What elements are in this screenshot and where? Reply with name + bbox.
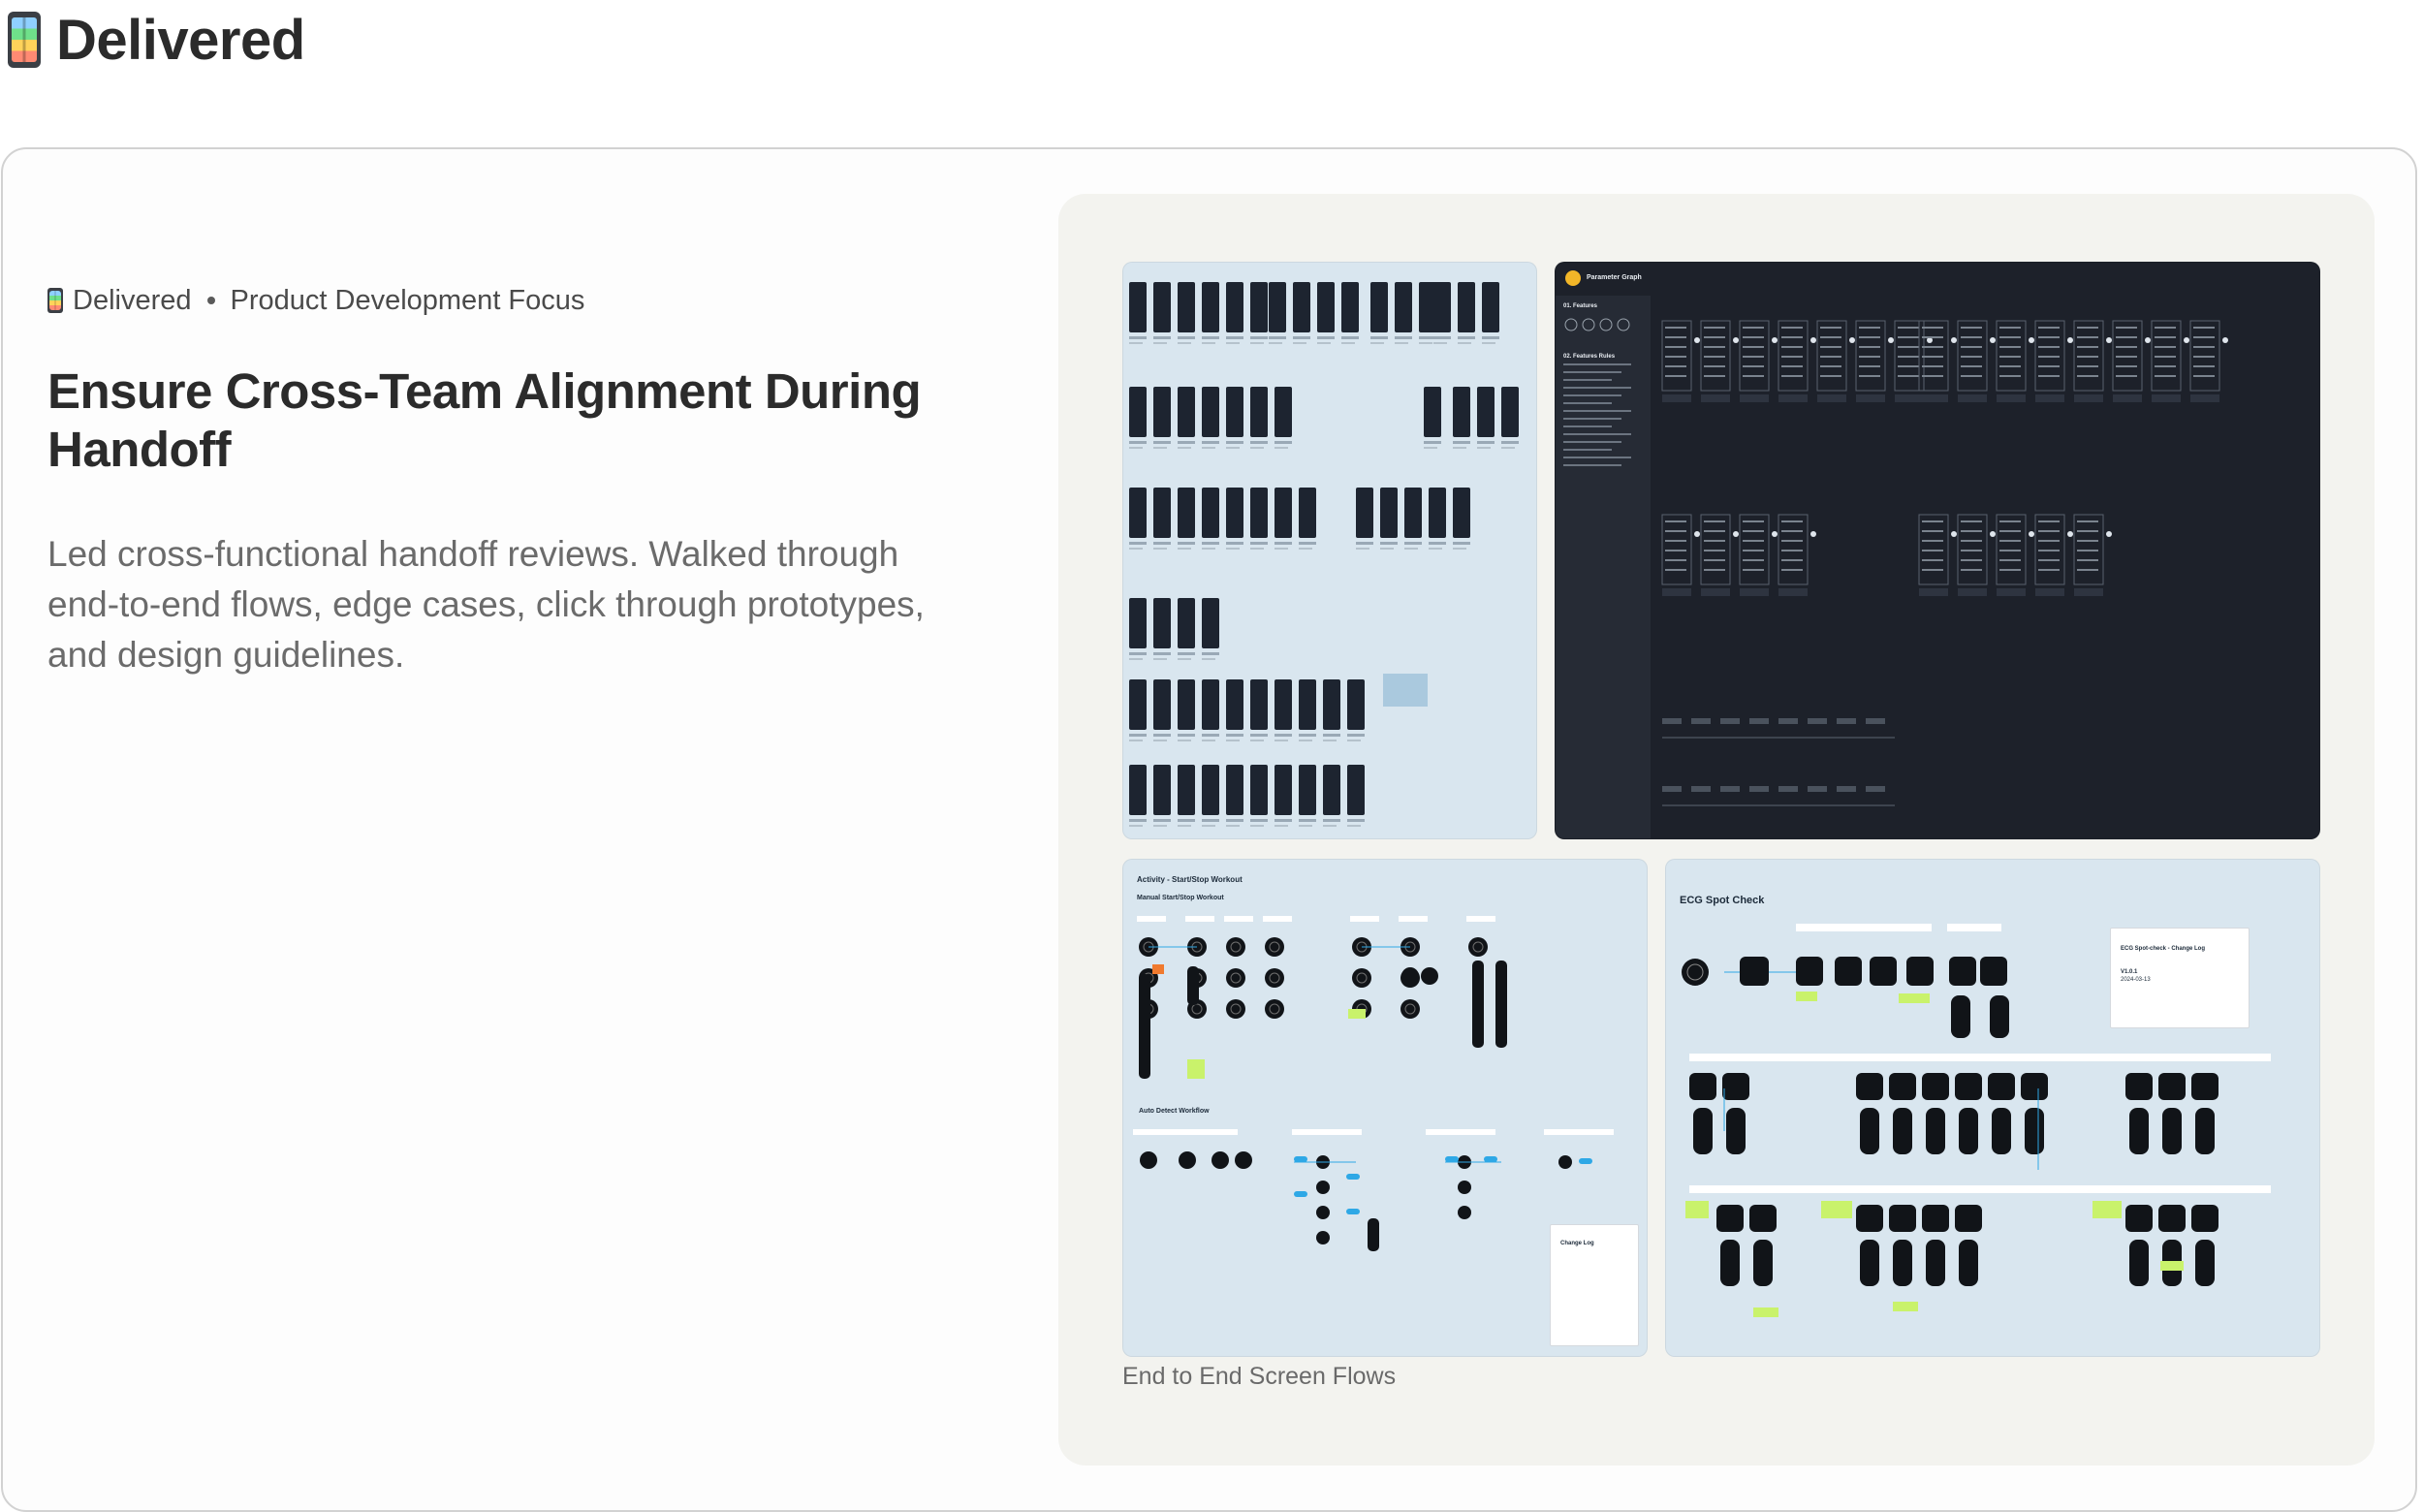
- mobile-phone-icon: [47, 288, 63, 313]
- card-text-column: Delivered Product Development Focus Ensu…: [47, 281, 978, 680]
- page-title-text: Delivered: [56, 8, 305, 72]
- auto-detect-label: Auto Detect Workflow: [1139, 1108, 1210, 1115]
- gallery-caption: End to End Screen Flows: [1122, 1363, 1397, 1390]
- activity-workout-thumbnail[interactable]: Activity - Start/Stop Workout Manual Sta…: [1122, 859, 1648, 1357]
- manual-workflow-label: Manual Start/Stop Workout: [1137, 895, 1224, 901]
- change-log-title: Change Log: [1560, 1241, 1594, 1246]
- card-description: Led cross-functional handoff reviews. Wa…: [47, 534, 925, 675]
- ecg-change-log-title: ECG Spot-check - Change Log: [2121, 946, 2206, 952]
- ecg-version: V1.0.1: [2121, 969, 2138, 975]
- parameter-graph-illustration: [1556, 296, 2228, 838]
- separator-dot: [206, 297, 215, 304]
- parameter-graph-title: Parameter Graph: [1587, 274, 1642, 281]
- mobile-phone-icon: [8, 12, 41, 68]
- page-title: Delivered: [8, 6, 305, 74]
- card-heading: Ensure Cross-Team Alignment During Hando…: [47, 363, 922, 477]
- ecg-title: ECG Spot Check: [1680, 895, 1765, 906]
- brand-badge-icon: [1565, 270, 1581, 286]
- ecg-date: 2024-03-13: [2121, 977, 2151, 983]
- screen-grid-illustration: [1129, 282, 1519, 827]
- features-section-label: 01. Features: [1563, 303, 1598, 309]
- screen-flows-thumbnail-overview[interactable]: [1122, 262, 1537, 839]
- parameter-graph-thumbnail[interactable]: Parameter Graph 01. Features 02. Feature…: [1555, 262, 2320, 839]
- ecg-change-log-card: ECG Spot-check - Change Log V1.0.1 2024-…: [2110, 928, 2250, 1028]
- change-log-card: Change Log: [1550, 1224, 1639, 1346]
- eyebrow-status: Delivered: [73, 284, 192, 316]
- eyebrow: Delivered Product Development Focus: [47, 281, 978, 320]
- features-rules-label: 02. Features Rules: [1563, 354, 1616, 360]
- eyebrow-focus: Product Development Focus: [230, 284, 585, 316]
- ecg-spot-check-thumbnail[interactable]: ECG Spot Check ECG Spot-check - Change L…: [1665, 859, 2320, 1357]
- activity-title: Activity - Start/Stop Workout: [1137, 875, 1243, 884]
